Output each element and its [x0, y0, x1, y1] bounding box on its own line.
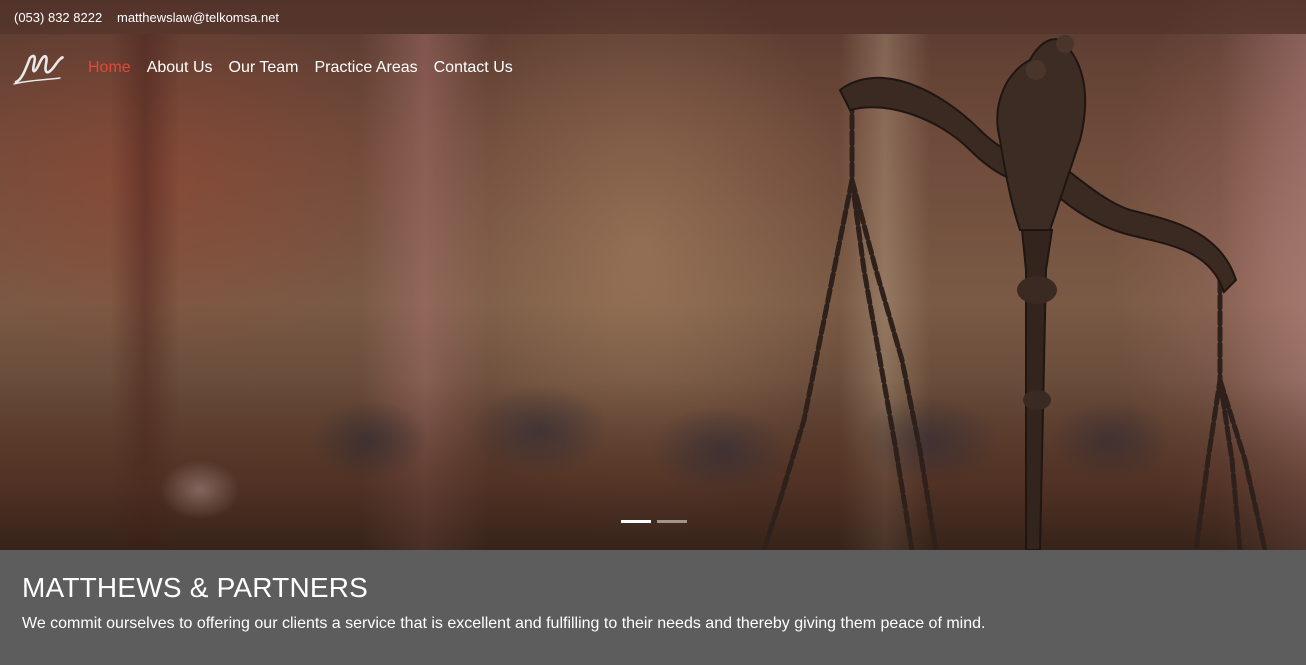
- hero-banner: [0, 0, 1306, 550]
- carousel-indicator-2[interactable]: [657, 520, 687, 523]
- top-contact-bar: (053) 832 8222 matthewslaw@telkomsa.net: [0, 0, 1306, 34]
- scales-of-justice-image: [761, 35, 1268, 550]
- email-address[interactable]: matthewslaw@telkomsa.net: [117, 10, 279, 25]
- nav-home[interactable]: Home: [88, 59, 131, 77]
- firm-tagline: We commit ourselves to offering our clie…: [22, 615, 986, 632]
- carousel-indicator-1[interactable]: [621, 520, 651, 523]
- phone-number[interactable]: (053) 832 8222: [14, 10, 102, 25]
- nav-contact-us[interactable]: Contact Us: [434, 59, 513, 77]
- firm-name-heading: MATTHEWS & PARTNERS: [22, 572, 369, 603]
- main-navigation: Home About Us Our Team Practice Areas Co…: [88, 59, 529, 77]
- caption-band: MATTHEWS & PARTNERS We commit ourselves …: [0, 550, 1306, 665]
- carousel-indicators: [621, 520, 693, 523]
- nav-practice-areas[interactable]: Practice Areas: [314, 59, 417, 77]
- site-logo[interactable]: [12, 50, 66, 86]
- nav-about-us[interactable]: About Us: [147, 59, 213, 77]
- nav-our-team[interactable]: Our Team: [229, 59, 299, 77]
